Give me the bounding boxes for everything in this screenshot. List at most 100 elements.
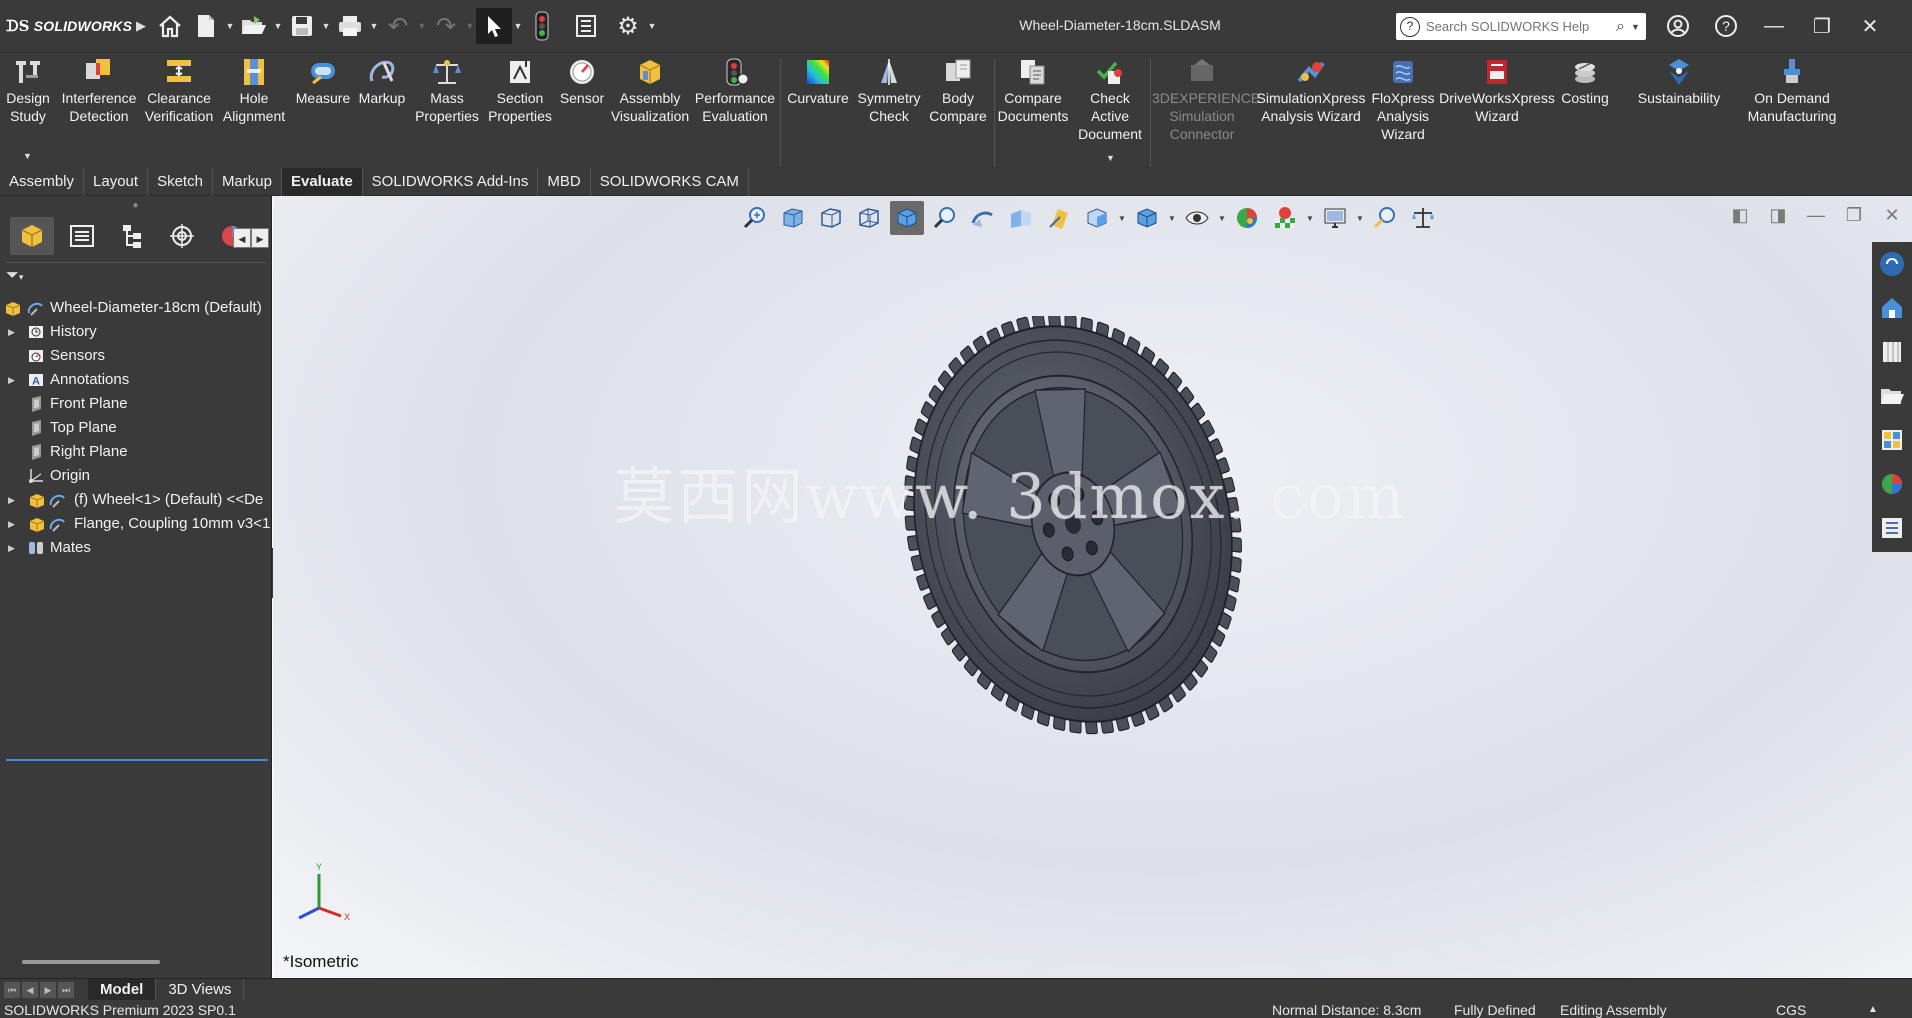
tile-right-icon[interactable]: ◨	[1766, 204, 1790, 226]
print-dropdown-arrow-icon[interactable]: ▼	[368, 21, 380, 31]
close-icon[interactable]: ✕	[1846, 10, 1894, 42]
featuremanager-tab-icon[interactable]	[10, 217, 54, 255]
undo-dropdown-arrow-icon[interactable]: ▼	[416, 21, 428, 31]
apply-scene-icon[interactable]	[1268, 201, 1302, 235]
tab-3d-views[interactable]: 3D Views	[156, 978, 245, 1001]
select-cursor-icon[interactable]	[476, 8, 512, 44]
expand-arrow-icon[interactable]: ▶	[8, 320, 15, 344]
dynamic-annotation-views-icon[interactable]	[1042, 201, 1076, 235]
tree-item-origin[interactable]: Origin	[0, 464, 272, 488]
tree-item-flange-component[interactable]: ▶ Flange, Coupling 10mm v3<1	[0, 512, 272, 536]
tree-filter-icon[interactable]: ⏷▾	[6, 262, 267, 288]
view-palette-icon[interactable]	[1872, 418, 1912, 462]
on-demand-manufacturing-button[interactable]: On Demand Manufacturing	[1740, 57, 1844, 125]
viewport-minimize-icon[interactable]: —	[1804, 204, 1828, 226]
measure-hud-icon[interactable]	[1368, 201, 1402, 235]
rebuild-traffic-light-icon[interactable]	[524, 8, 560, 44]
edit-appearance-icon[interactable]	[1230, 201, 1264, 235]
sensor-button[interactable]: Sensor	[556, 57, 608, 107]
tree-item-front-plane[interactable]: Front Plane	[0, 392, 272, 416]
clearance-verification-button[interactable]: Clearance Verification	[142, 57, 216, 125]
symmetry-check-button[interactable]: Symmetry Check	[854, 57, 924, 125]
tab-sketch[interactable]: Sketch	[148, 168, 213, 196]
tree-item-history[interactable]: ▶ History	[0, 320, 272, 344]
minimize-icon[interactable]: —	[1750, 10, 1798, 42]
hole-alignment-button[interactable]: Hole Alignment	[218, 57, 290, 125]
graphics-area[interactable]: ▼ ▼ ▼ ▼ ▼ ◧ ◨ — ❐ ✕ 莫西网www. 3dmox. com Y…	[273, 196, 1912, 978]
assembly-visualization-button[interactable]: Assembly Visualization	[610, 57, 690, 125]
mass-properties-hud-icon[interactable]	[1406, 201, 1440, 235]
tree-item-right-plane[interactable]: Right Plane	[0, 440, 272, 464]
driveworksxpress-wizard-button[interactable]: DriveWorksXpress Wizard	[1438, 57, 1556, 125]
tree-item-sensors[interactable]: Sensors	[0, 344, 272, 368]
tree-item-wheel-component[interactable]: ▶ (f) Wheel<1> (Default) <<De	[0, 488, 272, 512]
expand-arrow-icon[interactable]: ▶	[8, 536, 15, 560]
view-orientation-dropdown-arrow-icon[interactable]: ▼	[1118, 214, 1126, 223]
tree-root-assembly[interactable]: Wheel-Diameter-18cm (Default)	[0, 296, 272, 320]
help-icon[interactable]: ?	[1702, 10, 1750, 42]
section-properties-button[interactable]: Section Properties	[484, 57, 556, 125]
previous-view-icon[interactable]	[966, 201, 1000, 235]
costing-button[interactable]: Costing	[1556, 57, 1614, 107]
custom-properties-icon[interactable]	[1872, 506, 1912, 550]
body-compare-button[interactable]: Body Compare	[926, 57, 990, 125]
logo-menu-arrow-icon[interactable]: ▶	[130, 18, 152, 34]
open-folder-icon[interactable]	[236, 8, 272, 44]
zoom-to-fit-icon[interactable]	[738, 201, 772, 235]
previous-tab-arrow-icon[interactable]: ◀	[22, 981, 38, 998]
select-dropdown-arrow-icon[interactable]: ▼	[512, 21, 524, 31]
propertymanager-tab-icon[interactable]	[60, 217, 104, 255]
curvature-button[interactable]: Curvature	[784, 57, 852, 107]
rollback-bar[interactable]	[6, 759, 268, 761]
file-explorer-icon[interactable]	[1872, 374, 1912, 418]
units-dropdown-arrow-icon[interactable]: ▲	[1868, 1001, 1878, 1018]
home-icon[interactable]	[152, 8, 188, 44]
panel-grip-icon[interactable]: ●	[0, 196, 271, 216]
search-dropdown-arrow-icon[interactable]: ▼	[1631, 22, 1640, 32]
display-style-icon[interactable]	[1130, 201, 1164, 235]
tab-markup[interactable]: Markup	[213, 168, 282, 196]
3dexperience-simulation-connector-button[interactable]: 3DEXPERIENCE Simulation Connector	[1152, 57, 1260, 143]
help-search-input[interactable]	[1426, 19, 1616, 34]
redo-dropdown-arrow-icon[interactable]: ▼	[464, 21, 476, 31]
redo-icon[interactable]: ↷	[428, 8, 464, 44]
tab-solidworks-add-ins[interactable]: SOLIDWORKS Add-Ins	[363, 168, 539, 196]
tab-evaluate[interactable]: Evaluate	[281, 168, 363, 196]
tab-assembly[interactable]: Assembly	[0, 168, 85, 196]
search-icon[interactable]: ⌕	[1616, 18, 1625, 36]
appearances-scenes-icon[interactable]	[1872, 462, 1912, 506]
new-dropdown-arrow-icon[interactable]: ▼	[224, 21, 236, 31]
tab-layout[interactable]: Layout	[84, 168, 149, 196]
tab-model[interactable]: Model	[88, 978, 157, 1001]
expand-arrow-icon[interactable]: ▶	[8, 488, 15, 512]
mass-properties-button[interactable]: Mass Properties	[410, 57, 484, 125]
print-icon[interactable]	[332, 8, 368, 44]
user-account-icon[interactable]	[1654, 10, 1702, 42]
apply-scene-dropdown-arrow-icon[interactable]: ▼	[1306, 214, 1314, 223]
last-tab-arrow-icon[interactable]: ⏭	[58, 981, 74, 998]
interference-detection-button[interactable]: Interference Detection	[60, 57, 138, 125]
options-gear-icon[interactable]: ⚙	[610, 8, 646, 44]
horizontal-scrollbar[interactable]	[22, 960, 160, 964]
view-orientation-icon[interactable]	[1080, 201, 1114, 235]
expand-arrow-icon[interactable]: ▶	[8, 368, 15, 392]
solidworks-resources-icon[interactable]	[1872, 242, 1912, 286]
simulationxpress-analysis-wizard-button[interactable]: SimulationXpress Analysis Wizard	[1256, 57, 1366, 125]
viewport-close-icon[interactable]: ✕	[1880, 204, 1904, 226]
open-dropdown-arrow-icon[interactable]: ▼	[272, 21, 284, 31]
tile-left-icon[interactable]: ◧	[1728, 204, 1752, 226]
tab-solidworks-cam[interactable]: SOLIDWORKS CAM	[591, 168, 749, 196]
design-library-home-icon[interactable]	[1872, 286, 1912, 330]
unit-system[interactable]: CGS	[1776, 1001, 1806, 1018]
view-settings-dropdown-arrow-icon[interactable]: ▼	[1356, 214, 1364, 223]
scroll-left-arrow-icon[interactable]: ◀	[233, 228, 251, 248]
next-tab-arrow-icon[interactable]: ▶	[40, 981, 56, 998]
zoom-to-area-icon[interactable]	[928, 201, 962, 235]
viewport-restore-icon[interactable]: ❐	[1842, 204, 1866, 226]
check-document-dropdown-arrow-icon[interactable]: ▼	[1106, 153, 1115, 163]
expand-arrow-icon[interactable]: ▶	[8, 512, 15, 536]
floxpress-analysis-wizard-button[interactable]: FloXpress Analysis Wizard	[1368, 57, 1438, 143]
new-document-icon[interactable]	[188, 8, 224, 44]
tree-item-annotations[interactable]: ▶ A Annotations	[0, 368, 272, 392]
view-shaded-with-edges-icon[interactable]	[776, 201, 810, 235]
